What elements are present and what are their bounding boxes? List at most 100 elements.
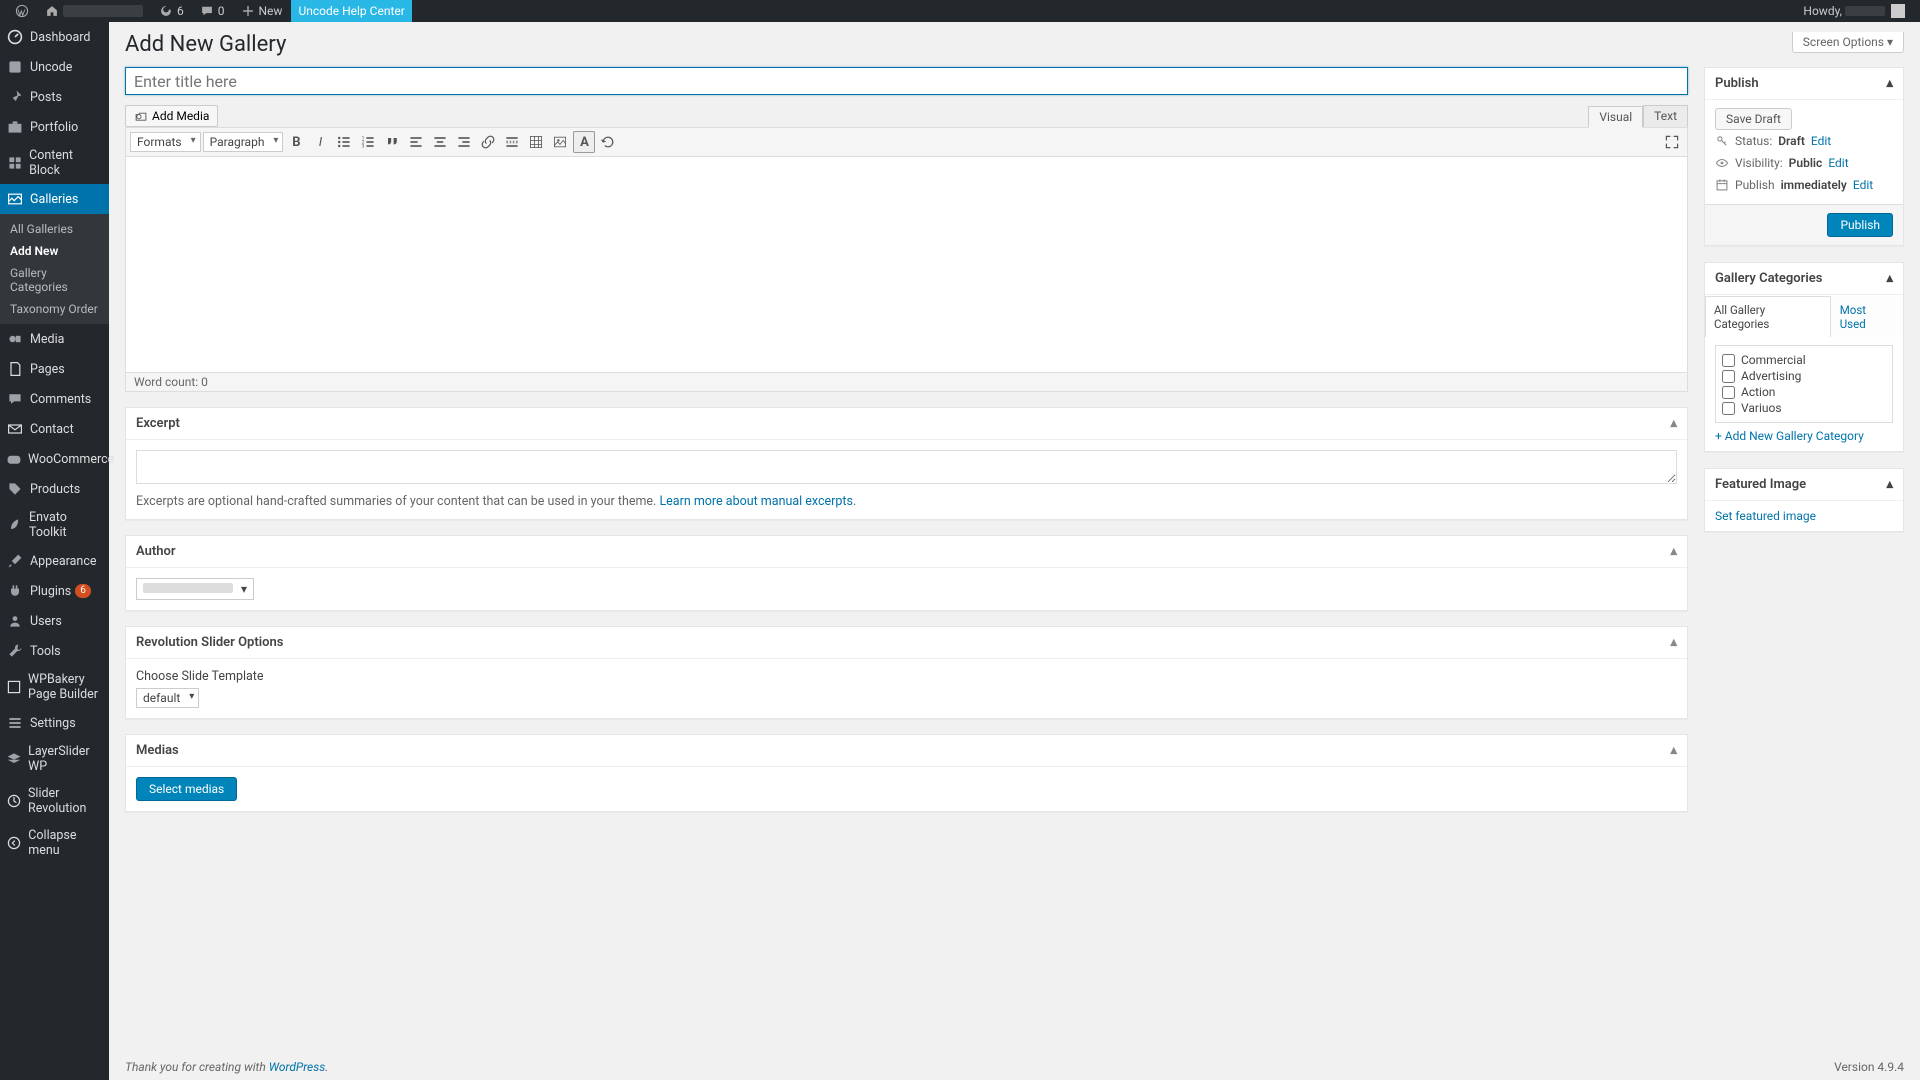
sidebar-item-contact[interactable]: Contact	[0, 414, 109, 444]
sidebar-item-woocommerce[interactable]: WooCommerce	[0, 444, 109, 474]
textcolor-button[interactable]: A	[573, 131, 595, 153]
builder-icon	[6, 678, 22, 696]
undo-button[interactable]	[597, 131, 619, 153]
admin-bar: 6 0 New Uncode Help Center Howdy,	[0, 0, 1920, 22]
sub-add-new[interactable]: Add New	[0, 240, 109, 262]
screen-options-toggle[interactable]: Screen Options ▾	[1792, 32, 1904, 53]
category-checkbox[interactable]	[1722, 354, 1735, 367]
edit-visibility[interactable]: Edit	[1828, 156, 1848, 170]
category-checkbox[interactable]	[1722, 370, 1735, 383]
sidebar-item-posts[interactable]: Posts	[0, 82, 109, 112]
wp-logo[interactable]	[8, 0, 36, 22]
uncode-icon	[6, 58, 24, 76]
product-icon	[6, 480, 24, 498]
sidebar-item-pages[interactable]: Pages	[0, 354, 109, 384]
excerpt-learn-more[interactable]: Learn more about manual excerpts	[659, 494, 853, 509]
wordpress-link[interactable]: WordPress	[269, 1060, 326, 1074]
tab-text[interactable]: Text	[1643, 105, 1688, 127]
category-checkbox[interactable]	[1722, 386, 1735, 399]
aligncenter-button[interactable]	[429, 131, 451, 153]
alignleft-button[interactable]	[405, 131, 427, 153]
select-medias-button[interactable]: Select medias	[136, 777, 237, 801]
new-content[interactable]: New	[234, 0, 290, 22]
edit-status[interactable]: Edit	[1811, 134, 1831, 148]
edit-publish-date[interactable]: Edit	[1853, 178, 1873, 192]
comments[interactable]: 0	[193, 0, 232, 22]
sidebar-item-sliderrev[interactable]: Slider Revolution	[0, 780, 109, 822]
gallery-categories-header[interactable]: Gallery Categories▴	[1705, 263, 1903, 295]
media-icon	[6, 330, 24, 348]
numlist-button[interactable]: 123	[357, 131, 379, 153]
sidebar-item-settings[interactable]: Settings	[0, 708, 109, 738]
publish-button[interactable]: Publish	[1827, 213, 1893, 237]
medias-header[interactable]: Medias▴	[126, 735, 1687, 767]
collapse-icon: ▴	[1670, 544, 1677, 559]
updates[interactable]: 6	[152, 0, 191, 22]
sidebar-item-users[interactable]: Users	[0, 606, 109, 636]
sidebar-item-dashboard[interactable]: Dashboard	[0, 22, 109, 52]
gallery-categories-box: Gallery Categories▴ All Gallery Categori…	[1704, 262, 1904, 452]
author-select[interactable]	[136, 578, 254, 600]
publish-header[interactable]: Publish▴	[1705, 68, 1903, 100]
add-new-category[interactable]: + Add New Gallery Category	[1715, 429, 1864, 443]
sidebar-item-contentblock[interactable]: Content Block	[0, 142, 109, 184]
category-item[interactable]: Variuos	[1722, 400, 1886, 416]
table-button[interactable]	[525, 131, 547, 153]
bold-button[interactable]: B	[285, 131, 307, 153]
fullscreen-button[interactable]	[1661, 131, 1683, 153]
dashboard-icon	[6, 28, 24, 46]
howdy-account[interactable]: Howdy,	[1796, 0, 1912, 22]
add-media-button[interactable]: Add Media	[125, 105, 218, 127]
tab-all-categories[interactable]: All Gallery Categories	[1705, 296, 1831, 337]
link-button[interactable]	[477, 131, 499, 153]
image-button[interactable]	[549, 131, 571, 153]
slide-template-select[interactable]: default	[136, 688, 199, 708]
category-checkbox[interactable]	[1722, 402, 1735, 415]
italic-button[interactable]: I	[309, 131, 331, 153]
sidebar-item-tools[interactable]: Tools	[0, 636, 109, 666]
sidebar-item-products[interactable]: Products	[0, 474, 109, 504]
revolution-icon	[6, 792, 22, 810]
sub-taxonomy-order[interactable]: Taxonomy Order	[0, 298, 109, 320]
paragraph-select[interactable]: Paragraph	[203, 132, 284, 152]
camera-icon	[134, 109, 148, 123]
uncode-help-center[interactable]: Uncode Help Center	[291, 0, 411, 22]
sidebar-collapse[interactable]: Collapse menu	[0, 822, 109, 864]
sidebar-item-uncode[interactable]: Uncode	[0, 52, 109, 82]
revslider-box: Revolution Slider Options▴ Choose Slide …	[125, 626, 1688, 719]
excerpt-input[interactable]	[136, 450, 1677, 484]
site-home[interactable]	[38, 0, 150, 22]
readmore-button[interactable]	[501, 131, 523, 153]
category-item[interactable]: Advertising	[1722, 368, 1886, 384]
sidebar-item-layerslider[interactable]: LayerSlider WP	[0, 738, 109, 780]
title-input[interactable]	[125, 67, 1688, 95]
revslider-header[interactable]: Revolution Slider Options▴	[126, 627, 1687, 659]
category-item[interactable]: Commercial	[1722, 352, 1886, 368]
sidebar-item-media[interactable]: Media	[0, 324, 109, 354]
category-item[interactable]: Action	[1722, 384, 1886, 400]
excerpt-header[interactable]: Excerpt▴	[126, 408, 1687, 440]
key-icon	[1715, 134, 1729, 148]
author-header[interactable]: Author▴	[126, 536, 1687, 568]
sidebar-item-galleries[interactable]: Galleries	[0, 184, 109, 214]
blockquote-button[interactable]	[381, 131, 403, 153]
updates-count: 6	[177, 4, 184, 18]
sidebar-item-appearance[interactable]: Appearance	[0, 546, 109, 576]
save-draft-button[interactable]: Save Draft	[1715, 108, 1792, 130]
layers-icon	[6, 750, 22, 768]
sub-all-galleries[interactable]: All Galleries	[0, 218, 109, 240]
sidebar-item-envato[interactable]: Envato Toolkit	[0, 504, 109, 546]
editor-body[interactable]	[126, 157, 1687, 372]
tab-visual[interactable]: Visual	[1588, 106, 1643, 128]
sub-gallery-categories[interactable]: Gallery Categories	[0, 262, 109, 298]
tab-most-used[interactable]: Most Used	[1831, 296, 1903, 337]
bulist-button[interactable]	[333, 131, 355, 153]
sidebar-item-portfolio[interactable]: Portfolio	[0, 112, 109, 142]
sidebar-item-wpbakery[interactable]: WPBakery Page Builder	[0, 666, 109, 708]
sidebar-item-comments[interactable]: Comments	[0, 384, 109, 414]
alignright-button[interactable]	[453, 131, 475, 153]
set-featured-image[interactable]: Set featured image	[1715, 509, 1816, 523]
featured-image-header[interactable]: Featured Image▴	[1705, 469, 1903, 501]
sidebar-item-plugins[interactable]: Plugins6	[0, 576, 109, 606]
formats-select[interactable]: Formats	[130, 132, 201, 152]
